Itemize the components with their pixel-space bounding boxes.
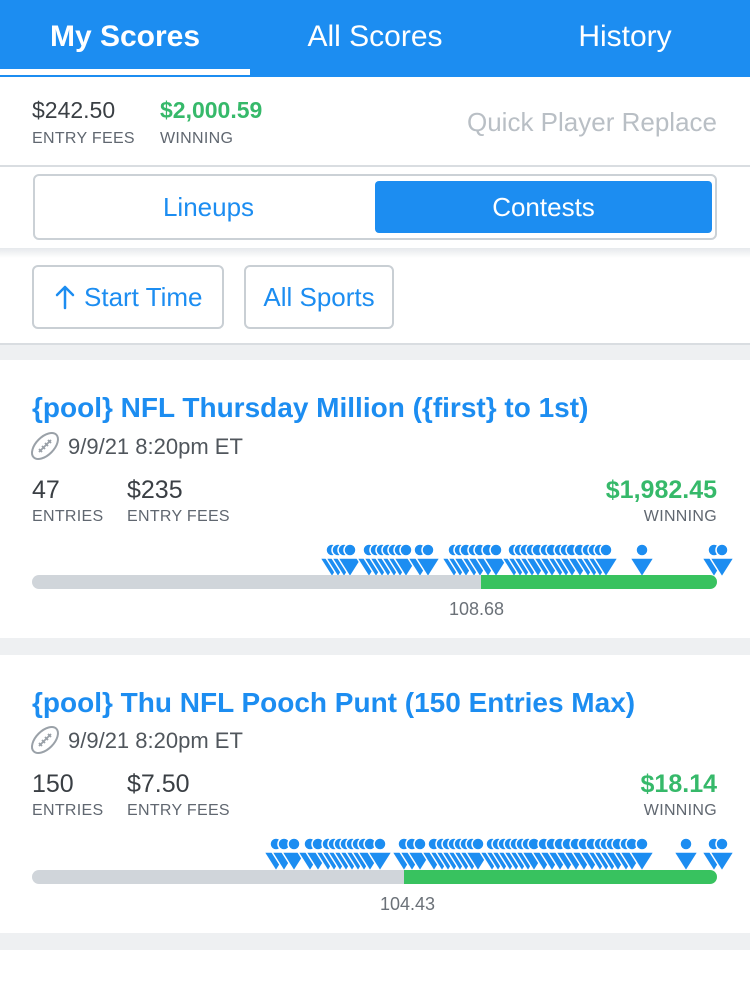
sport-filter-button[interactable]: All Sports (244, 265, 394, 329)
contest-score: 104.43 (380, 894, 436, 914)
sort-label: Start Time (84, 281, 203, 312)
winning-label: WINNING (643, 802, 717, 819)
football-icon (31, 432, 59, 460)
lineups-contests-toggle: Lineups Contests (33, 174, 717, 240)
contest-score: 108.68 (449, 599, 505, 619)
contest-card[interactable]: {pool} Thu NFL Pooch Punt (150 Entries M… (0, 655, 750, 933)
contest-start-time: 9/9/21 8:20pm ET (68, 434, 243, 459)
tab-all-scores[interactable]: All Scores (250, 0, 500, 74)
total-winning-value: $2,000.59 (160, 97, 263, 123)
person-marker-icon (593, 543, 619, 578)
entry-fees-label: ENTRY FEES (127, 802, 230, 819)
section-gap (0, 638, 750, 655)
contest-title[interactable]: {pool} Thu NFL Pooch Punt (150 Entries M… (32, 687, 635, 719)
tab-my-scores[interactable]: My Scores (0, 0, 250, 74)
entry-fees-label: ENTRY FEES (127, 508, 230, 525)
arrow-up-icon (55, 285, 75, 310)
divider (0, 165, 750, 167)
progress-bar-completed (404, 870, 717, 884)
segment-contests[interactable]: Contests (375, 181, 712, 233)
header-shadow (0, 248, 750, 258)
contest-title[interactable]: {pool} NFL Thursday Million ({first} to … (32, 392, 588, 424)
total-entry-fees-label: ENTRY FEES (32, 130, 135, 147)
person-marker-icon (673, 837, 699, 872)
progress-bar-completed (481, 575, 717, 589)
progress-bar-remaining (32, 870, 404, 884)
winning-value: $18.14 (640, 770, 717, 798)
total-winning-label: WINNING (160, 130, 234, 147)
active-tab-indicator (0, 69, 250, 75)
segment-lineups[interactable]: Lineups (40, 181, 377, 233)
entries-value: 150 (32, 770, 74, 798)
person-marker-icon (415, 543, 441, 578)
summary-bar: $242.50 ENTRY FEES $2,000.59 WINNING Qui… (0, 77, 750, 165)
entries-value: 47 (32, 476, 60, 504)
person-marker-icon (629, 837, 655, 872)
tab-history[interactable]: History (500, 0, 750, 74)
football-icon (31, 726, 59, 754)
entries-label: ENTRIES (32, 802, 104, 819)
entries-label: ENTRIES (32, 508, 104, 525)
entry-fees-value: $235 (127, 476, 183, 504)
contest-card[interactable]: {pool} NFL Thursday Million ({first} to … (0, 360, 750, 638)
section-gap (0, 343, 750, 360)
progress-bar-remaining (32, 575, 481, 589)
sort-start-time-button[interactable]: Start Time (32, 265, 224, 329)
top-tab-bar: My Scores All Scores History (0, 0, 750, 77)
winning-value: $1,982.45 (605, 476, 717, 504)
person-marker-icon (629, 543, 655, 578)
contest-start-time: 9/9/21 8:20pm ET (68, 728, 243, 753)
section-gap (0, 933, 750, 950)
total-entry-fees-value: $242.50 (32, 97, 116, 123)
person-marker-icon (709, 543, 735, 578)
person-marker-icon (709, 837, 735, 872)
quick-player-replace-button[interactable]: Quick Player Replace (467, 107, 717, 138)
entry-fees-value: $7.50 (127, 770, 190, 798)
winning-label: WINNING (643, 508, 717, 525)
contest-card-partial[interactable] (0, 950, 750, 983)
sport-filter-label: All Sports (263, 281, 375, 312)
